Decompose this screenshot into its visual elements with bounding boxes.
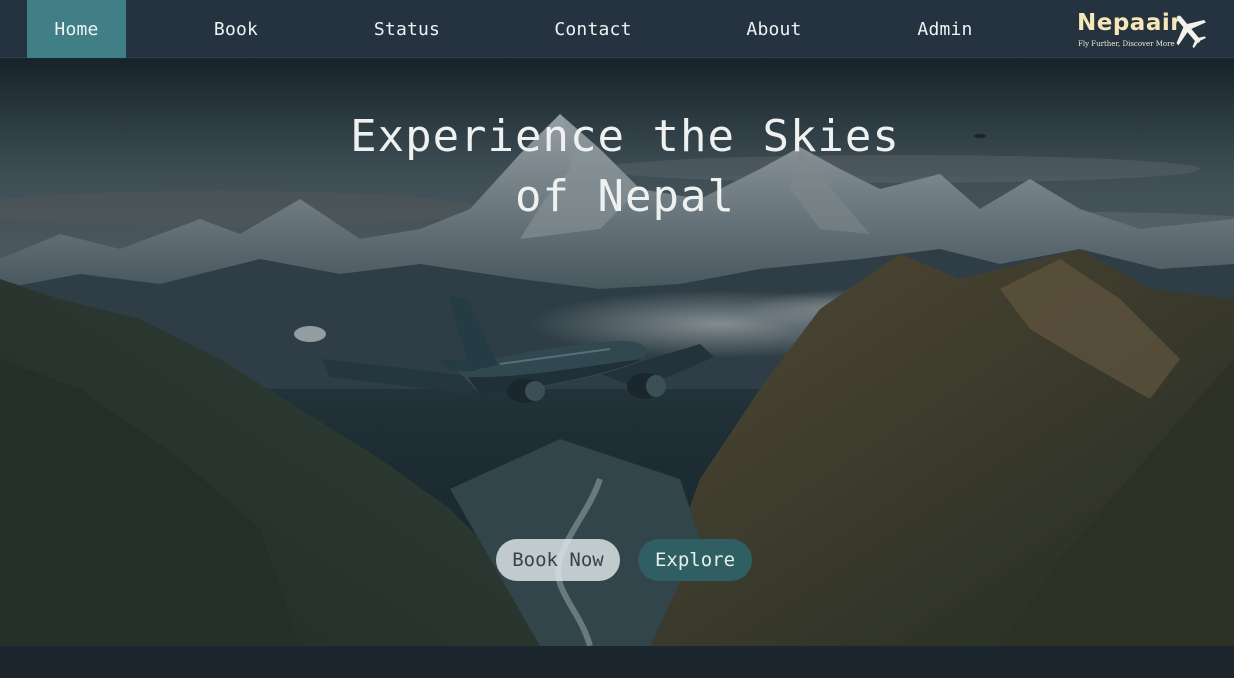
book-now-button[interactable]: Book Now (496, 539, 620, 581)
nav-item-home[interactable]: Home (27, 0, 126, 58)
logo-wordmark: Nepaair (1077, 10, 1183, 36)
explore-button[interactable]: Explore (638, 539, 752, 581)
hero-headline: Experience the Skies of Nepal (300, 107, 950, 227)
nav-item-contact[interactable]: Contact (542, 0, 644, 58)
airplane-icon (1176, 15, 1207, 49)
nav-item-admin[interactable]: Admin (906, 0, 984, 58)
hero-headline-line1: Experience the Skies (350, 111, 900, 162)
top-navbar: Home Book Status Contact About Admin Nep… (0, 0, 1234, 58)
hero-section: Experience the Skies of Nepal Book Now E… (0, 59, 1234, 646)
brand-logo[interactable]: Nepaair Fly Further, Discover More (1073, 8, 1213, 52)
page-bottom-strip (0, 646, 1234, 678)
logo-tagline: Fly Further, Discover More (1078, 40, 1175, 48)
nav-item-status[interactable]: Status (362, 0, 452, 58)
nav-item-about[interactable]: About (735, 0, 813, 58)
hero-headline-line2: of Nepal (515, 171, 735, 222)
nav-item-book[interactable]: Book (196, 0, 276, 58)
